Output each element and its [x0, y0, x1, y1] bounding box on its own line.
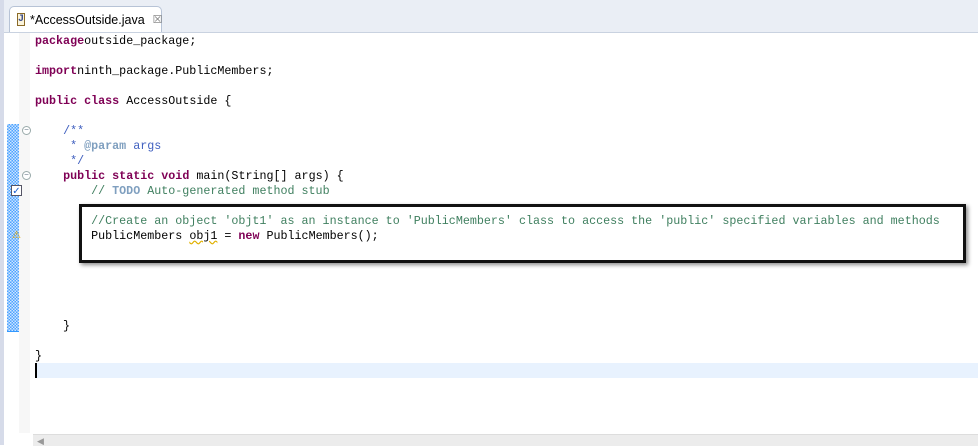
code-token: //: [91, 184, 113, 198]
code-token: TODO: [112, 184, 141, 198]
code-line: }: [35, 349, 940, 364]
close-icon[interactable]: ☒: [153, 13, 163, 26]
task-checkbox-icon[interactable]: ✓: [11, 185, 22, 197]
code-token: AccessOutside {: [119, 94, 232, 108]
code-token: args: [126, 139, 162, 153]
code-token: main(String[] args) {: [189, 169, 344, 183]
scroll-left-arrow-icon[interactable]: ◀: [37, 436, 44, 447]
code-token: public: [63, 169, 106, 183]
code-token: outside_package;: [84, 34, 197, 48]
code-token: }: [35, 319, 71, 333]
fold-collapse-icon[interactable]: −: [22, 171, 31, 180]
code-token: *: [70, 139, 85, 153]
ruler-end: [7, 331, 19, 332]
code-token: ninth_package.PublicMembers;: [77, 64, 274, 78]
code-token: package: [35, 34, 85, 48]
code-token: import: [35, 64, 78, 78]
java-file-icon: J: [17, 13, 26, 26]
annotation-highlight-box: [79, 204, 966, 263]
current-line-highlight: [35, 363, 978, 378]
code-token: }: [35, 349, 43, 363]
code-text[interactable]: packageoutside_package; importninth_packa…: [35, 34, 940, 364]
code-line: packageoutside_package;: [35, 34, 940, 49]
horizontal-scrollbar[interactable]: ◀: [33, 434, 978, 446]
tab-access-outside-java[interactable]: J *AccessOutside.java ☒: [9, 6, 163, 32]
code-line: * @param args: [35, 139, 940, 154]
code-line: }: [35, 319, 940, 334]
code-token: */: [70, 154, 85, 168]
tab-title: *AccessOutside.java: [30, 12, 145, 27]
code-line: importninth_package.PublicMembers;: [35, 64, 940, 79]
code-line: public static void main(String[] args) {: [35, 169, 940, 184]
code-token: Auto-generated method stub: [140, 184, 330, 198]
code-token: static: [112, 169, 155, 183]
code-line: /**: [35, 124, 940, 139]
code-token: class: [84, 94, 120, 108]
text-caret: [35, 363, 37, 378]
code-token: void: [161, 169, 190, 183]
editor-tab-bar: J *AccessOutside.java ☒: [4, 0, 978, 33]
lightbulb-warning-icon[interactable]: ⚠: [11, 230, 22, 241]
code-token: /**: [63, 124, 85, 138]
code-token: @param: [84, 139, 127, 153]
quick-diff-ruler: [7, 124, 19, 332]
code-line: */: [35, 154, 940, 169]
code-line: public class AccessOutside {: [35, 94, 940, 109]
code-line: // TODO Auto-generated method stub: [35, 184, 940, 199]
code-token: public: [35, 94, 78, 108]
fold-collapse-icon[interactable]: −: [22, 126, 31, 135]
